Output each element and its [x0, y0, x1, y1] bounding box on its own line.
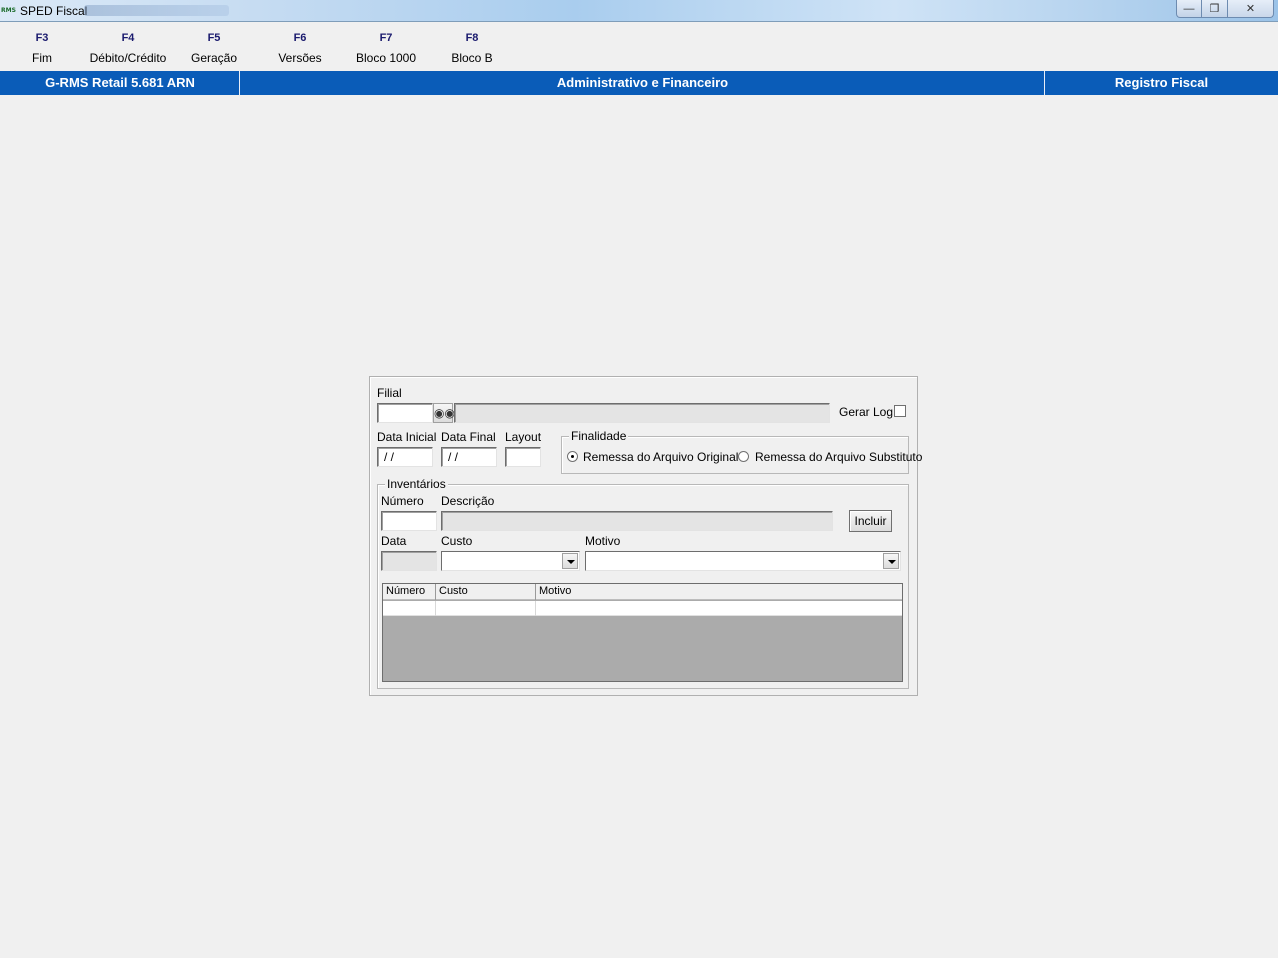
motivo-label: Motivo: [585, 534, 621, 548]
grid-header: Número Custo Motivo: [383, 584, 902, 600]
radio-arquivo-substituto-label: Remessa do Arquivo Substituto: [755, 450, 923, 464]
toolbar-key: F5: [207, 32, 221, 44]
cell-custo[interactable]: [436, 601, 536, 616]
toolbar-item-bloco-b[interactable]: F8 Bloco B: [427, 32, 517, 65]
incluir-button[interactable]: Incluir: [849, 510, 892, 532]
toolbar-label: Débito/Crédito: [89, 51, 167, 65]
toolbar-label: Bloco 1000: [355, 51, 417, 65]
toolbar-key: F8: [465, 32, 479, 44]
function-key-toolbar: F3 Fim F4 Débito/Crédito F5 Geração F6 V…: [0, 23, 1278, 71]
sped-form-panel: Filial ◉◉ Gerar Log Data Inicial / / Dat…: [369, 376, 922, 696]
toolbar-item-fim[interactable]: F3 Fim: [0, 32, 87, 65]
layout-input[interactable]: [505, 447, 541, 467]
toolbar-key: F3: [35, 32, 49, 44]
toolbar-item-versoes[interactable]: F6 Versões: [255, 32, 345, 65]
toolbar-key: F4: [121, 32, 135, 44]
column-header-numero[interactable]: Número: [383, 584, 436, 600]
data-label: Data: [381, 534, 407, 548]
toolbar-label: Versões: [278, 51, 322, 65]
filial-search-button[interactable]: ◉◉: [433, 403, 455, 423]
toolbar-key: F6: [293, 32, 307, 44]
data-inicial-input[interactable]: / /: [377, 447, 433, 467]
motivo-select[interactable]: [585, 551, 901, 571]
window-title: SPED Fiscal: [20, 4, 88, 18]
binoculars-icon: ◉◉: [434, 406, 455, 420]
toolbar-label: Geração: [190, 51, 238, 65]
gerar-log-label: Gerar Log: [839, 405, 894, 419]
table-row[interactable]: [383, 601, 902, 616]
data-final-input[interactable]: / /: [441, 447, 497, 467]
data-inicial-label: Data Inicial: [377, 430, 437, 444]
title-blur: [84, 5, 229, 16]
finalidade-title: Finalidade: [569, 429, 629, 443]
chevron-down-icon[interactable]: [883, 553, 899, 569]
toolbar-item-geracao[interactable]: F5 Geração: [169, 32, 259, 65]
radio-arquivo-substituto[interactable]: [738, 451, 749, 462]
info-bar: G-RMS Retail 5.681 ARN Administrativo e …: [0, 71, 1278, 95]
numero-label: Número: [381, 494, 424, 508]
filial-description-field: [454, 403, 830, 423]
data-field: [381, 551, 437, 571]
filial-input[interactable]: [377, 403, 433, 423]
toolbar-label: Bloco B: [451, 51, 493, 65]
module-name: Administrativo e Financeiro: [556, 75, 729, 90]
column-header-motivo[interactable]: Motivo: [536, 584, 902, 600]
radio-arquivo-original[interactable]: [567, 451, 578, 462]
chevron-down-icon[interactable]: [562, 553, 578, 569]
minimize-button[interactable]: —: [1176, 0, 1202, 18]
radio-arquivo-original-label: Remessa do Arquivo Original: [583, 450, 739, 464]
product-version: G-RMS Retail 5.681 ARN: [45, 75, 195, 90]
restore-icon: ❐: [1209, 3, 1220, 15]
minimize-icon: —: [1183, 2, 1195, 15]
toolbar-key: F7: [379, 32, 393, 44]
layout-label: Layout: [505, 430, 542, 444]
custo-label: Custo: [441, 534, 473, 548]
inventarios-title: Inventários: [385, 477, 448, 491]
column-header-custo[interactable]: Custo: [436, 584, 536, 600]
cell-motivo[interactable]: [536, 601, 902, 616]
filial-label: Filial: [377, 386, 402, 400]
close-icon: ✕: [1245, 3, 1256, 15]
window-controls: — ❐ ✕: [1176, 0, 1274, 18]
inventarios-grid[interactable]: Número Custo Motivo: [382, 583, 903, 682]
finalidade-group: Finalidade Remessa do Arquivo Original R…: [561, 429, 922, 474]
cell-numero[interactable]: [383, 601, 436, 616]
toolbar-item-debito-credito[interactable]: F4 Débito/Crédito: [83, 32, 173, 65]
app-logo-icon: RMS: [1, 7, 16, 14]
descricao-label: Descrição: [441, 494, 495, 508]
maximize-button[interactable]: ❐: [1202, 0, 1228, 18]
numero-input[interactable]: [381, 511, 437, 531]
custo-select[interactable]: [441, 551, 580, 571]
screen-name: Registro Fiscal: [1114, 75, 1209, 90]
title-bar: RMS SPED Fiscal — ❐ ✕: [0, 0, 1278, 22]
toolbar-item-bloco-1000[interactable]: F7 Bloco 1000: [341, 32, 431, 65]
toolbar-label: Fim: [32, 51, 52, 65]
data-final-label: Data Final: [441, 430, 496, 444]
descricao-field: [441, 511, 833, 531]
gerar-log-checkbox[interactable]: [894, 405, 906, 417]
close-button[interactable]: ✕: [1228, 0, 1274, 18]
